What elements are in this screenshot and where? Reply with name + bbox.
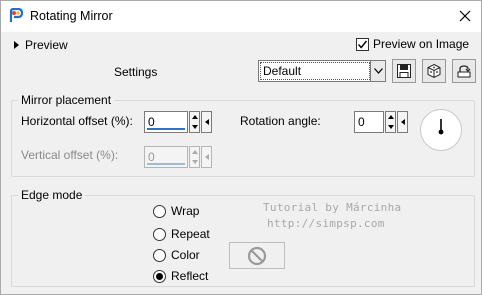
paintshop-pro-icon — [8, 7, 24, 24]
title-bar: Rotating Mirror — [1, 1, 481, 32]
reset-defaults-icon — [457, 65, 471, 78]
edge-mode-title: Edge mode — [18, 188, 86, 202]
radio-repeat-label: Repeat — [171, 227, 210, 241]
expand-triangle-icon — [14, 41, 19, 49]
vertical-offset-label: Vertical offset (%): — [21, 148, 119, 162]
edge-mode-group: Edge mode — [11, 188, 475, 287]
radio-reflect[interactable]: Reflect — [153, 269, 208, 283]
randomize-icon — [427, 63, 441, 79]
slider-popup-icon — [204, 119, 209, 125]
close-button[interactable] — [455, 6, 475, 26]
radio-selected-dot — [156, 272, 163, 280]
reset-defaults-button[interactable] — [452, 59, 476, 83]
preview-on-image-checkbox[interactable]: Preview on Image — [356, 37, 469, 51]
preset-dropdown[interactable]: Default — [258, 60, 386, 82]
rotation-angle-stepper[interactable]: 0 — [354, 111, 424, 133]
watermark-line-2: http://simpsp.com — [267, 217, 385, 230]
close-icon — [459, 10, 471, 22]
preset-value: Default — [260, 62, 370, 80]
spin-arrows[interactable] — [385, 111, 396, 133]
dropdown-arrow[interactable] — [370, 61, 385, 81]
preview-toggle[interactable]: Preview — [14, 38, 68, 52]
spin-arrows[interactable] — [189, 146, 200, 168]
randomize-button[interactable] — [422, 59, 446, 83]
slider-popup-button[interactable] — [397, 111, 408, 133]
radio-repeat[interactable]: Repeat — [153, 227, 210, 241]
radio-reflect-label: Reflect — [171, 269, 209, 283]
horizontal-offset-input[interactable]: 0 — [144, 111, 188, 133]
radio-button[interactable] — [153, 269, 166, 283]
radio-color[interactable]: Color — [153, 248, 200, 262]
watermark-line-1: Tutorial by Márcinha — [263, 201, 402, 214]
spin-up-icon[interactable] — [387, 115, 394, 119]
slider-popup-icon — [400, 119, 405, 125]
vertical-offset-value: 0 — [148, 150, 155, 164]
rotation-dial[interactable] — [420, 109, 462, 151]
slider-underline[interactable] — [147, 163, 185, 165]
dial-needle-icon — [438, 119, 444, 135]
vertical-offset-stepper[interactable]: 0 — [144, 146, 214, 168]
spin-up-icon[interactable] — [191, 150, 198, 154]
save-preset-button[interactable] — [392, 59, 416, 83]
horizontal-offset-label: Horizontal offset (%): — [21, 114, 133, 128]
mirror-placement-title: Mirror placement — [18, 93, 115, 107]
spin-arrows[interactable] — [189, 111, 200, 133]
spin-down-icon[interactable] — [191, 160, 198, 164]
radio-button[interactable] — [153, 248, 166, 262]
checkbox-box[interactable] — [356, 37, 369, 51]
settings-label: Settings — [114, 65, 158, 79]
no-color-icon — [247, 246, 267, 265]
horizontal-offset-stepper[interactable]: 0 — [144, 111, 214, 133]
save-preset-icon — [397, 64, 411, 78]
radio-wrap[interactable]: Wrap — [153, 204, 199, 218]
preview-on-image-label: Preview on Image — [373, 37, 470, 51]
dialog-window: Rotating Mirror Preview Preview on Image… — [0, 0, 482, 295]
slider-underline[interactable] — [147, 128, 185, 130]
rotation-angle-label: Rotation angle: — [240, 114, 321, 128]
spin-up-icon[interactable] — [191, 115, 198, 119]
radio-button[interactable] — [153, 204, 166, 218]
radio-button[interactable] — [153, 227, 166, 241]
radio-wrap-label: Wrap — [171, 204, 200, 218]
window-title: Rotating Mirror — [30, 9, 113, 23]
vertical-offset-input[interactable]: 0 — [144, 146, 188, 168]
rotation-angle-input[interactable]: 0 — [354, 111, 384, 133]
slider-popup-icon — [204, 154, 209, 160]
edge-color-swatch[interactable] — [229, 242, 285, 269]
slider-popup-button[interactable] — [201, 111, 212, 133]
rotation-angle-value: 0 — [358, 115, 365, 129]
spin-down-icon[interactable] — [387, 125, 394, 129]
chevron-down-icon — [373, 68, 383, 74]
horizontal-offset-value: 0 — [148, 115, 155, 129]
slider-popup-button[interactable] — [201, 146, 212, 168]
preview-label: Preview — [25, 38, 68, 52]
checkmark-icon — [357, 40, 368, 49]
radio-color-label: Color — [171, 248, 200, 262]
spin-down-icon[interactable] — [191, 125, 198, 129]
